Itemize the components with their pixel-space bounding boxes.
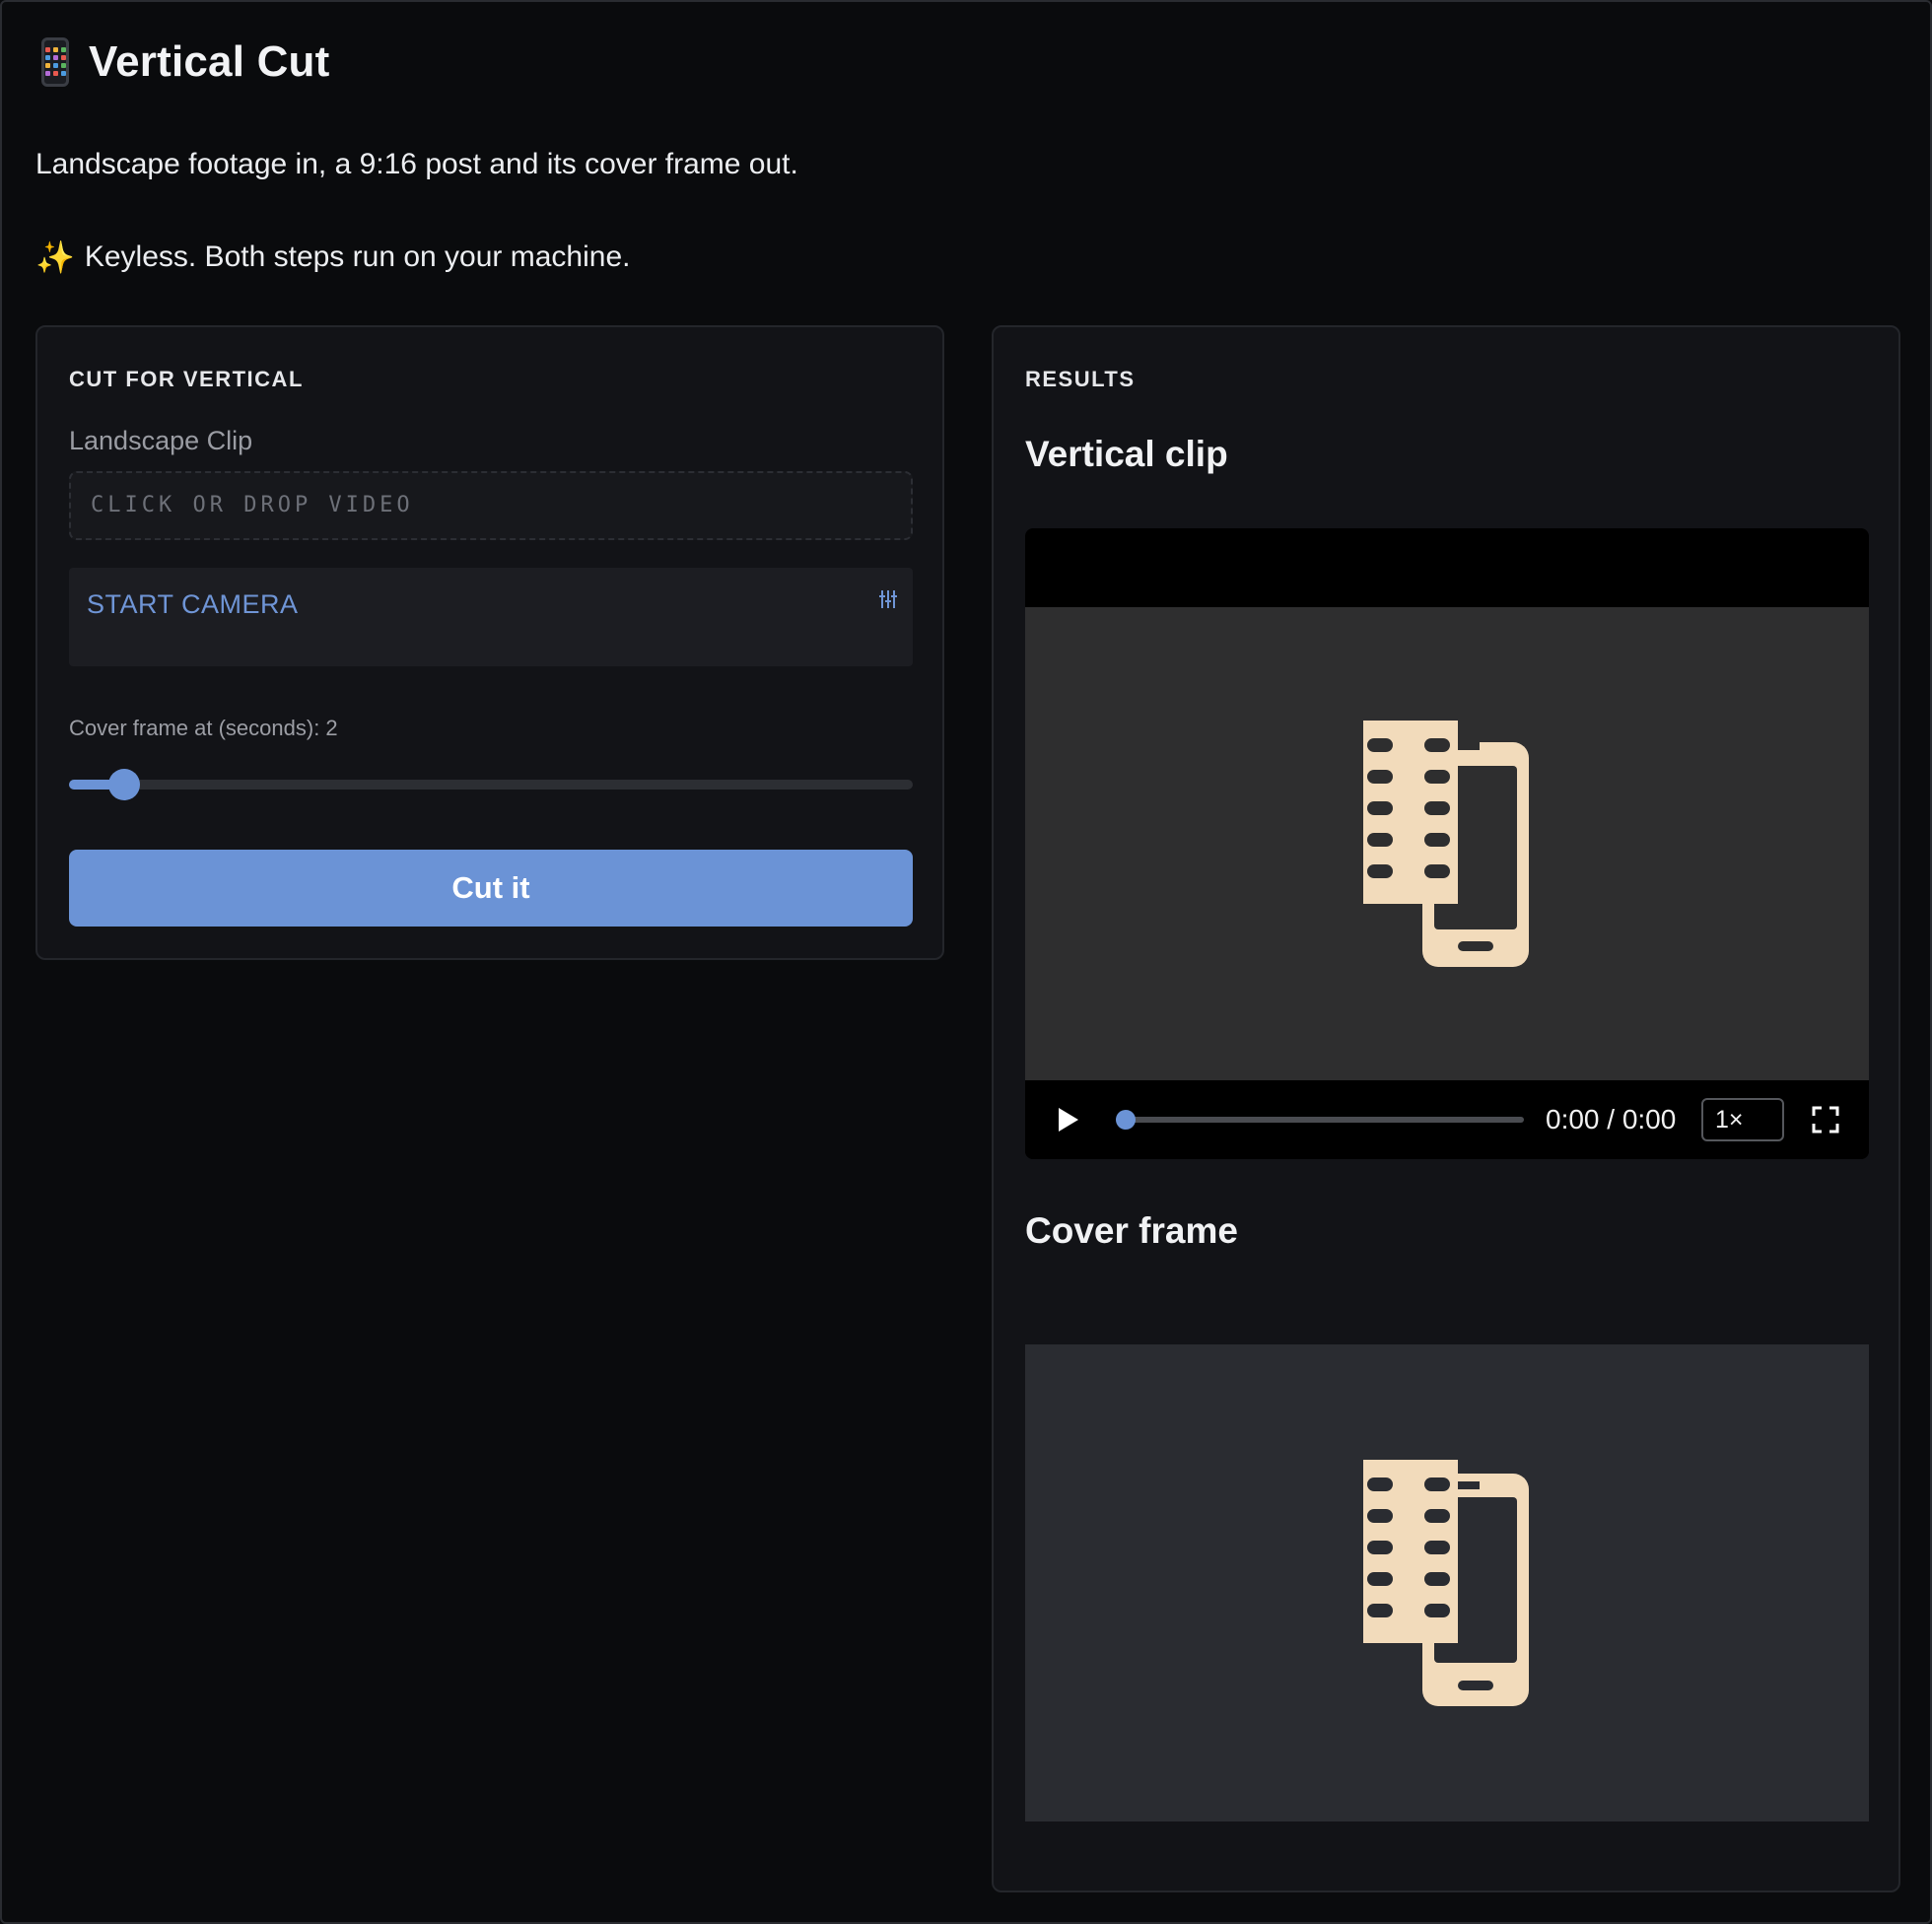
fullscreen-icon[interactable] bbox=[1812, 1106, 1839, 1134]
cover-frame-heading: Cover frame bbox=[1025, 1210, 1238, 1251]
cut-panel: CUT FOR VERTICAL Landscape Clip CLICK OR… bbox=[35, 325, 944, 960]
slider-track bbox=[69, 780, 913, 790]
app-window: Vertical Cut Landscape footage in, a 9:1… bbox=[0, 0, 1932, 1924]
seek-bar[interactable] bbox=[1116, 1110, 1524, 1130]
video-thumbnail bbox=[1025, 607, 1869, 1080]
film-to-phone-icon bbox=[1363, 721, 1529, 967]
video-player[interactable]: 0:00 / 0:00 1× bbox=[1025, 528, 1869, 1159]
mobile-phone-icon bbox=[41, 37, 69, 87]
seek-thumb[interactable] bbox=[1116, 1110, 1136, 1130]
video-controls: 0:00 / 0:00 1× bbox=[1025, 1080, 1869, 1159]
cover-frame-image bbox=[1025, 1344, 1869, 1821]
cover-frame-slider[interactable] bbox=[69, 769, 913, 800]
clip-field-label: Landscape Clip bbox=[69, 426, 253, 455]
camera-area: START CAMERA bbox=[69, 568, 913, 666]
cover-frame-slider-label: Cover frame at (seconds): 2 bbox=[69, 716, 338, 740]
page-description: Landscape footage in, a 9:16 post and it… bbox=[35, 148, 798, 180]
keyless-note-text: Keyless. Both steps run on your machine. bbox=[84, 240, 631, 273]
page-title: Vertical Cut bbox=[89, 37, 330, 86]
results-panel: RESULTS Vertical clip 0:00 / 0:00 1× Cov… bbox=[992, 325, 1900, 1892]
camera-settings-icon[interactable] bbox=[879, 589, 897, 609]
video-drop-zone[interactable]: CLICK OR DROP VIDEO bbox=[69, 471, 913, 540]
seek-track bbox=[1116, 1117, 1524, 1123]
slider-thumb[interactable] bbox=[107, 769, 140, 800]
film-to-phone-icon bbox=[1363, 1460, 1529, 1706]
keyless-note: ✨ Keyless. Both steps run on your machin… bbox=[35, 239, 630, 276]
play-icon[interactable] bbox=[1059, 1108, 1078, 1132]
vertical-clip-heading: Vertical clip bbox=[1025, 434, 1228, 474]
playback-speed-select[interactable]: 1× bbox=[1701, 1098, 1784, 1141]
header: Vertical Cut bbox=[41, 37, 330, 87]
cut-it-button[interactable]: Cut it bbox=[69, 850, 913, 927]
cut-panel-heading: CUT FOR VERTICAL bbox=[69, 367, 304, 391]
sparkles-icon: ✨ bbox=[35, 240, 75, 275]
start-camera-button[interactable]: START CAMERA bbox=[87, 589, 299, 620]
results-heading: RESULTS bbox=[1025, 367, 1136, 391]
video-time: 0:00 / 0:00 bbox=[1546, 1104, 1677, 1134]
